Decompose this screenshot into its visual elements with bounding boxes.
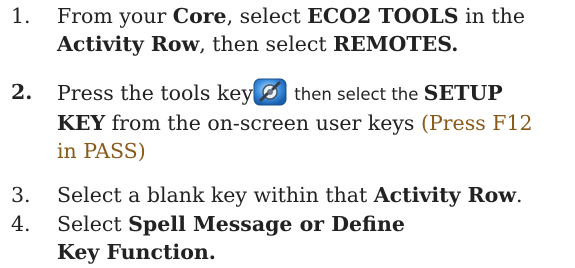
text-run: . (516, 183, 523, 207)
step-4: 4. Select Spell Message or Define Key Fu… (0, 210, 560, 266)
text-run-bold: Core (172, 4, 227, 28)
text-run: From your (57, 4, 173, 28)
text-run: Select a blank key within that (57, 183, 374, 207)
step-text: Press the tools key then select the SETU… (57, 78, 547, 165)
step-3: 3. Select a blank key within that Activi… (0, 181, 560, 209)
text-run: then select the (289, 85, 424, 104)
text-run: Press the tools key (57, 81, 254, 105)
step-number: 4. (11, 212, 31, 236)
text-run-bold: Activity Row (373, 183, 516, 207)
step-text: Select Spell Message or Define Key Funct… (57, 210, 417, 266)
text-run-bold: ECO2 TOOLS (307, 4, 459, 28)
text-run-bold: Activity Row (57, 32, 200, 56)
text-run: Select (57, 212, 129, 236)
step-text: Select a blank key within that Activity … (57, 181, 547, 209)
text-run: , then select (199, 32, 334, 56)
step-text: From your Core, select ECO2 TOOLS in the… (57, 2, 547, 58)
tools-key-icon (253, 78, 287, 106)
text-run: , select (226, 4, 308, 28)
text-run-bold: REMOTES. (333, 32, 459, 56)
step-number: 1. (11, 4, 31, 28)
step-2: 2. Press the tools key then select the S… (0, 78, 560, 165)
step-number: 2. (11, 80, 33, 104)
instruction-page: 1. From your Core, select ECO2 TOOLS in … (0, 0, 575, 268)
step-1: 1. From your Core, select ECO2 TOOLS in … (0, 2, 560, 58)
step-number: 3. (11, 183, 31, 207)
text-run: in the (458, 4, 525, 28)
text-run: from the on-screen user keys (105, 111, 421, 135)
